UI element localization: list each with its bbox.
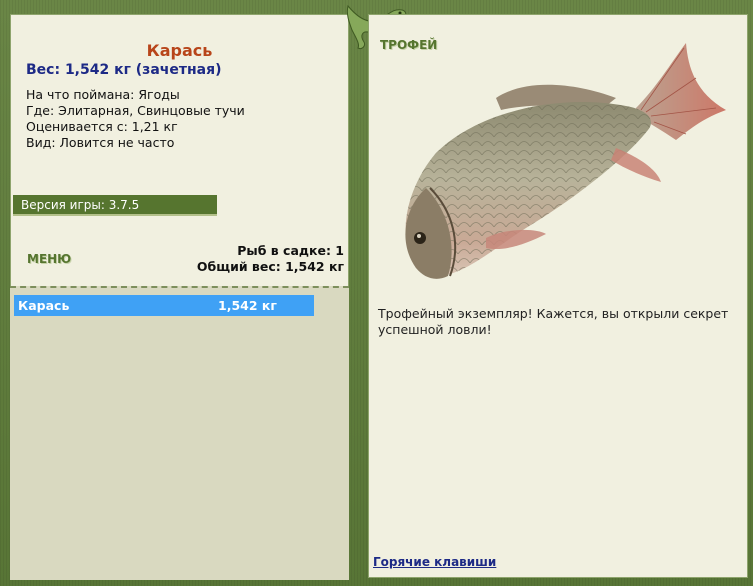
fish-bait: На что поймана: Ягоды bbox=[26, 87, 180, 102]
cage-summary: Рыб в садке: 1 Общий вес: 1,542 кг bbox=[197, 243, 344, 275]
catch-list: Карась 1,542 кг bbox=[10, 286, 349, 580]
list-item[interactable]: Карась 1,542 кг bbox=[14, 295, 314, 316]
right-panel: ТРОФЕЙ Трофейный экземпляр! Кажется, вы … bbox=[368, 14, 748, 578]
fish-image bbox=[405, 43, 726, 279]
list-item-weight: 1,542 кг bbox=[218, 298, 277, 313]
version-bar: Версия игры: 3.7.5 bbox=[13, 195, 217, 216]
list-item-name: Карась bbox=[18, 298, 70, 313]
menu-button[interactable]: МЕНЮ bbox=[27, 252, 71, 266]
fish-species: Вид: Ловится не часто bbox=[26, 135, 175, 150]
fish-count: Рыб в садке: 1 bbox=[237, 243, 344, 258]
hotkeys-link[interactable]: Горячие клавиши bbox=[373, 555, 496, 569]
fish-location: Где: Элитарная, Свинцовые тучи bbox=[26, 103, 245, 118]
panel-divider bbox=[349, 0, 368, 586]
trophy-description: Трофейный экземпляр! Кажется, вы открыли… bbox=[378, 306, 729, 337]
fish-weight: Вес: 1,542 кг (зачетная) bbox=[26, 62, 222, 78]
fish-rated-from: Оценивается с: 1,21 кг bbox=[26, 119, 178, 134]
left-panel: Карась Вес: 1,542 кг (зачетная) На что п… bbox=[10, 14, 349, 580]
total-weight: Общий вес: 1,542 кг bbox=[196, 259, 344, 274]
fish-title: Карась bbox=[146, 41, 213, 60]
